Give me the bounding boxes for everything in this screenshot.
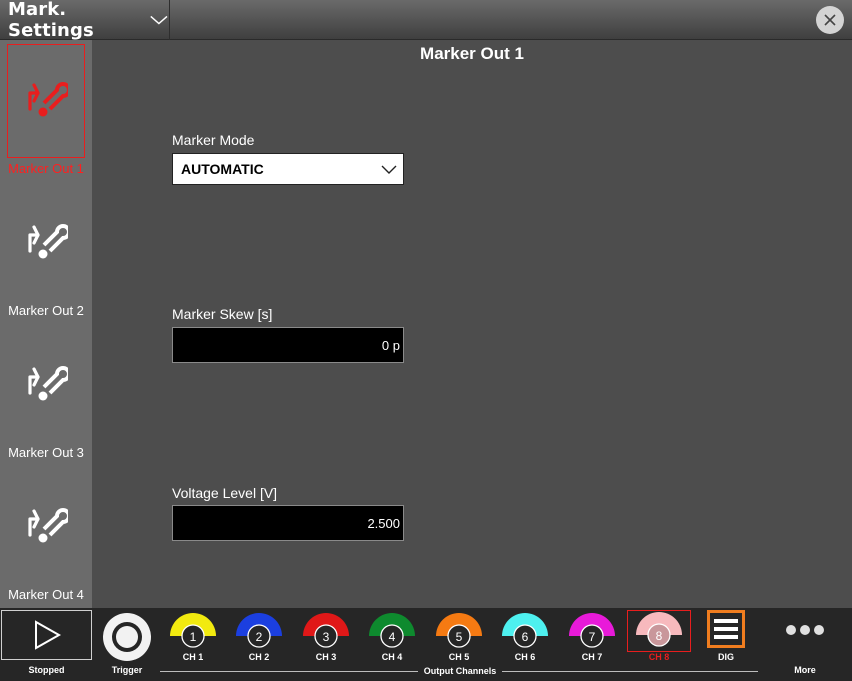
dig-button[interactable] (707, 610, 745, 648)
bottom-toolbar: Stopped Trigger 1 CH 1 2 CH 2 3 CH 3 4 C… (0, 608, 852, 681)
marker-skew-label: Marker Skew [s] (172, 306, 273, 322)
channel-label: CH 8 (648, 652, 670, 662)
marker-icon-frame (7, 186, 85, 300)
channel-number: 2 (256, 630, 263, 644)
channel-button-6[interactable]: 6 (500, 610, 550, 654)
marker-wrench-icon (28, 508, 68, 543)
output-channels-label: Output Channels (423, 666, 497, 676)
channel-number: 3 (323, 630, 330, 644)
channel-button-4[interactable]: 4 (367, 610, 417, 654)
chevron-down-icon (381, 165, 397, 174)
channel-button-8[interactable]: 8 (627, 610, 691, 652)
trigger-label: Trigger (111, 665, 143, 675)
sidebar-item-marker-out-1[interactable]: Marker Out 1 (0, 40, 92, 182)
channel-number: 4 (389, 630, 396, 644)
more-label: More (794, 665, 816, 675)
marker-icon-frame (7, 470, 85, 584)
sidebar-item-marker-out-3[interactable]: Marker Out 3 (0, 324, 92, 466)
sidebar-item-label: Marker Out 1 (8, 161, 84, 176)
chevron-down-icon (150, 15, 168, 25)
channel-button-2[interactable]: 2 (234, 610, 284, 654)
sidebar-item-marker-out-2[interactable]: Marker Out 2 (0, 182, 92, 324)
sidebar-item-label: Marker Out 2 (8, 303, 84, 318)
channel-button-3[interactable]: 3 (301, 610, 351, 654)
group-divider (160, 671, 418, 672)
channel-5-icon: 5 (436, 613, 482, 648)
digital-channels-icon (707, 610, 745, 648)
channel-4-icon: 4 (369, 613, 415, 648)
panel-title: Marker Out 1 (420, 44, 524, 63)
channel-label: CH 4 (381, 652, 403, 662)
more-dots-icon (786, 625, 824, 635)
marker-mode-label: Marker Mode (172, 132, 255, 148)
settings-menu-dropdown[interactable]: Mark. Settings (0, 0, 170, 41)
channel-number: 1 (190, 630, 197, 644)
voltage-level-label: Voltage Level [V] (172, 485, 278, 501)
sidebar-item-label: Marker Out 3 (8, 445, 84, 460)
channel-6-icon: 6 (502, 613, 548, 648)
marker-skew-input[interactable]: 0 p (172, 327, 404, 363)
close-button[interactable] (816, 6, 844, 34)
stopped-label: Stopped (28, 665, 65, 675)
channel-8-icon: 8 (636, 612, 682, 647)
channel-number: 5 (456, 630, 463, 644)
marker-sidebar: Marker Out 1 Marker Out 2 Marker Out 3 M… (0, 40, 92, 608)
channel-number: 6 (522, 630, 529, 644)
channel-label: CH 1 (182, 652, 204, 662)
channel-label: CH 7 (581, 652, 603, 662)
channel-button-5[interactable]: 5 (434, 610, 484, 654)
marker-wrench-icon (28, 366, 68, 401)
sidebar-item-label: Marker Out 4 (8, 587, 84, 602)
channel-1-icon: 1 (170, 613, 216, 648)
channel-3-icon: 3 (303, 613, 349, 648)
channel-button-1[interactable]: 1 (168, 610, 218, 654)
marker-icon-frame (7, 328, 85, 442)
marker-icon-frame (7, 44, 85, 158)
channel-2-icon: 2 (236, 613, 282, 648)
channel-number: 8 (656, 629, 663, 643)
trigger-icon (103, 613, 151, 661)
voltage-level-input[interactable]: 2.500 (172, 505, 404, 541)
window-title: Mark. Settings (8, 0, 94, 41)
channel-label: CH 3 (315, 652, 337, 662)
dig-label: DIG (717, 652, 734, 662)
sidebar-item-marker-out-4[interactable]: Marker Out 4 (0, 466, 92, 608)
title-bar: Mark. Settings (0, 0, 852, 41)
marker-mode-select[interactable]: AUTOMATIC (172, 153, 404, 185)
close-icon (824, 14, 836, 26)
channel-label: CH 2 (248, 652, 270, 662)
channel-label: CH 5 (448, 652, 470, 662)
marker-wrench-icon (28, 224, 68, 259)
marker-wrench-icon (28, 82, 68, 117)
channel-7-icon: 7 (569, 613, 615, 648)
play-icon (34, 620, 61, 650)
marker-mode-value: AUTOMATIC (181, 161, 264, 177)
marker-settings-panel: Marker Out 1 Marker Mode AUTOMATIC Marke… (92, 40, 852, 608)
group-divider (502, 671, 758, 672)
channel-number: 7 (589, 630, 596, 644)
channel-label: CH 6 (514, 652, 536, 662)
channel-button-7[interactable]: 7 (567, 610, 617, 654)
more-button[interactable] (780, 622, 830, 638)
run-stop-button[interactable] (1, 610, 92, 660)
trigger-button[interactable] (101, 611, 153, 663)
